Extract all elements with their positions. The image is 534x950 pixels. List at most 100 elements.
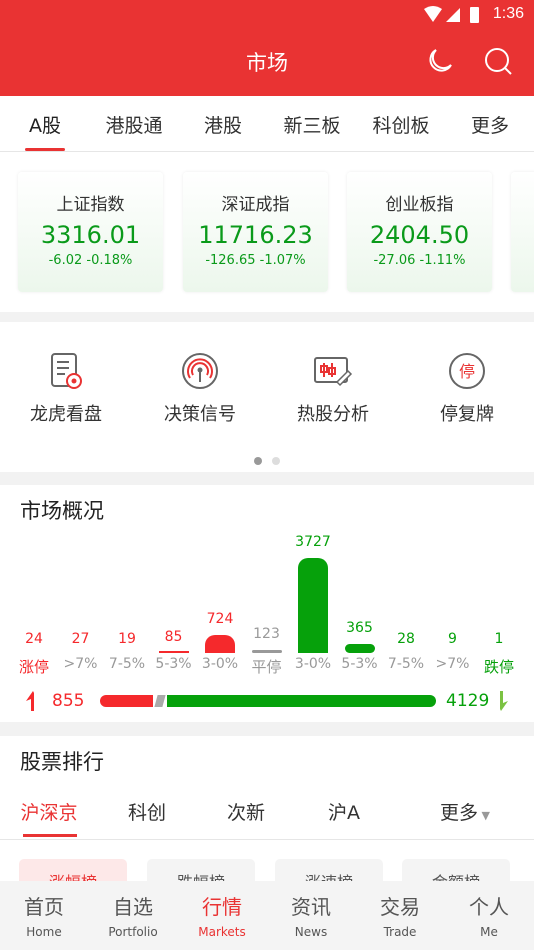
distribution-value: 123 [253,625,280,642]
clock: 1:36 [492,5,524,22]
distribution-bar [251,649,282,653]
rank-tab-more[interactable]: 更多 ▼ [440,798,490,825]
index-pct: -1.07% [259,253,306,268]
status-icons [424,6,479,23]
distribution-label: 跌停 [483,658,514,676]
nav-trade[interactable]: 交易 Trade [360,891,440,939]
moon-icon[interactable] [425,46,455,76]
index-name: 上证指数 [56,195,125,215]
nav-label-en: Me [480,925,498,939]
index-card[interactable]: 深证成指 11716.23 -126.65 -1.07% [183,172,328,292]
index-pct: -1.11% [419,253,466,268]
nav-markets[interactable]: 行情 Markets [182,891,262,939]
page-indicator[interactable] [272,457,280,465]
index-change: -27.06 [373,253,416,268]
distribution-bar [298,558,328,653]
index-pct: -0.18% [86,253,133,268]
tab-hk-connect[interactable]: 港股通 [105,111,162,138]
nav-me[interactable]: 个人 Me [449,891,529,939]
nav-label: 行情 [202,895,242,919]
tab-hk-stocks[interactable]: 港股 [204,111,242,138]
distribution-column: 19 7-5% [104,485,150,675]
nav-label: 首页 [24,895,64,919]
document-badge-icon [51,353,82,389]
index-card[interactable]: 创业板指 2404.50 -27.06 -1.11% [347,172,492,292]
rank-tab-new[interactable]: 次新 [227,798,265,825]
down-total: 4129 [446,691,490,711]
distribution-bar [344,644,375,653]
active-tab-indicator [23,834,77,837]
down-segment [166,695,436,707]
distribution-column: 724 3-0% [197,485,243,675]
status-bar: 1:36 [0,0,534,30]
distribution-column: 1 跌停 [476,485,522,676]
tool-label: 决策信号 [164,404,236,425]
index-change: -6.02 [48,253,83,268]
index-change: -126.65 [205,253,256,268]
tool-hot-stock-analysis[interactable]: 热股分析 [273,352,393,426]
nav-label: 交易 [380,895,420,919]
active-tab-indicator [25,148,65,151]
tool-label: 停复牌 [440,404,494,425]
signal-antenna-icon [182,353,218,389]
nav-news[interactable]: 资讯 News [271,891,351,939]
distribution-value: 1 [494,631,504,647]
tool-decision-signal[interactable]: 决策信号 [140,352,260,426]
nav-label-en: Home [26,925,62,939]
market-overview: 市场概况 24 涨停 27 >7% 19 7-5% 85 5-3% 724 3-0% 123 平停 37… [0,485,534,722]
divider [0,839,534,840]
distribution-column: 85 5-3% [151,485,197,675]
index-cards: 上证指数 3316.01 -6.02 -0.18% 深证成指 11716.23 … [0,152,534,312]
nav-label-en: News [294,925,328,939]
tool-suspension[interactable]: 停 停复牌 [407,352,527,426]
distribution-bar [158,650,189,653]
suspend-icon: 停 [449,353,485,389]
rise-fall-bar [100,695,436,707]
candlestick-edit-icon [314,357,353,387]
distribution-value: 3727 [295,534,331,550]
nav-label: 资讯 [291,895,331,919]
tab-neeq[interactable]: 新三板 [283,111,340,138]
tab-more[interactable]: 更多 [471,111,509,138]
distribution-column: 3727 3-0% [290,485,336,675]
chevron-down-icon: ▼ [478,809,490,822]
index-card[interactable]: 上证指数 3316.01 -6.02 -0.18% [18,172,163,292]
market-tabs: A股 港股通 港股 新三板 科创板 更多 [0,96,534,152]
down-arrow-icon [500,691,508,711]
nav-label-en: Markets [198,925,246,939]
up-segment [100,695,153,707]
index-name: 创业板指 [385,195,454,215]
page-indicator-active[interactable] [254,457,262,465]
rank-tab-sha[interactable]: 沪A [328,798,360,825]
distribution-value: 85 [164,629,183,645]
tool-label: 龙虎看盘 [30,404,102,425]
index-value: 11716.23 [198,221,313,249]
up-total: 855 [52,691,85,711]
flat-segment [154,695,166,707]
tool-dragon-tiger[interactable]: 龙虎看盘 [6,352,126,426]
distribution-value: 724 [206,610,234,627]
nav-label: 个人 [469,895,509,919]
nav-label-en: Portfolio [108,925,158,939]
section-title: 股票排行 [20,750,104,774]
index-value: 2404.50 [369,221,470,249]
rank-tab-star[interactable]: 科创 [128,798,166,825]
nav-label: 自选 [113,895,153,919]
index-value: 3316.01 [40,221,141,249]
index-card-partial[interactable] [511,172,534,292]
app-header: 1:36 市场 [0,0,534,96]
up-arrow-icon [26,691,34,711]
nav-home[interactable]: 首页 Home [4,891,84,939]
search-icon[interactable] [483,46,513,76]
bottom-nav: 首页 Home 自选 Portfolio 行情 Markets 资讯 News 交易 Trade 个… [0,881,534,950]
distribution-column: 123 平停 [244,485,290,676]
index-name: 深证成指 [221,195,290,215]
rank-tab-all[interactable]: 沪深京 [20,798,77,825]
nav-label-en: Trade [383,925,417,939]
tab-star-market[interactable]: 科创板 [372,111,429,138]
tool-label: 热股分析 [297,404,369,425]
nav-portfolio[interactable]: 自选 Portfolio [93,891,173,939]
svg-text:停: 停 [459,362,475,381]
tab-a-shares[interactable]: A股 [29,111,61,138]
distribution-bar [205,634,235,653]
